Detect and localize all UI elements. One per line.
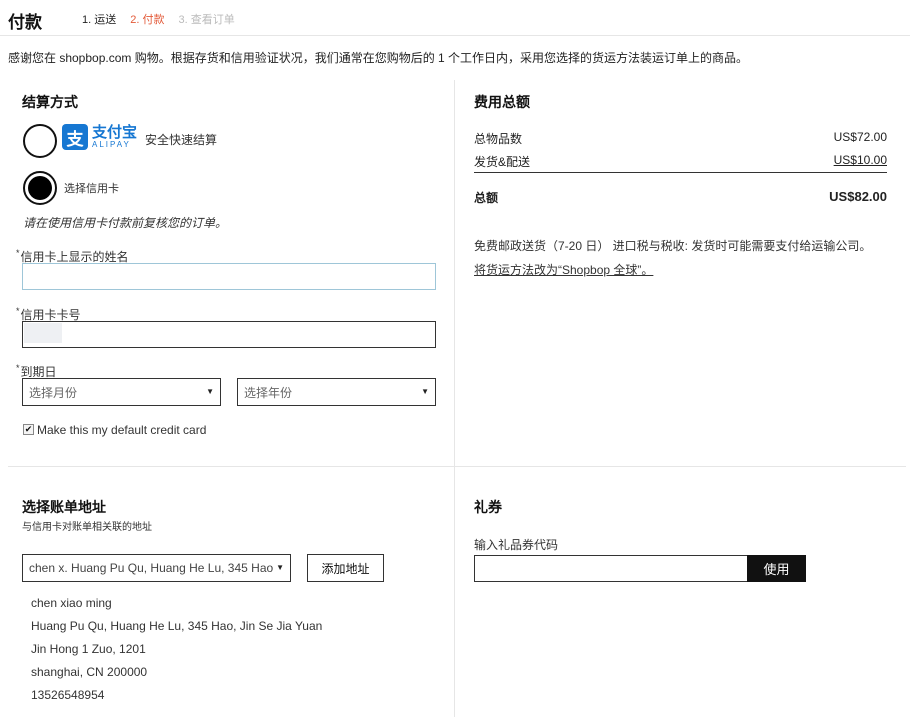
cardholder-name-input[interactable]	[22, 263, 436, 290]
address-line: Jin Hong 1 Zuo, 1201	[31, 642, 146, 656]
chevron-down-icon: ▼	[273, 563, 284, 572]
billing-address-select[interactable]: chen x. Huang Pu Qu, Huang He Lu, 345 Ha…	[22, 554, 291, 582]
alipay-icon: 支	[62, 124, 88, 150]
shipping-note: 免费邮政送货（7-20 日） 进口税与税收: 发货时可能需要支付给运输公司。	[474, 239, 872, 253]
page-header: 付款 1. 运送 2. 付款 3. 查看订单	[0, 0, 910, 36]
summary-shipping-row: 发货&配送 US$10.00	[474, 153, 887, 170]
shipping-value: US$10.00	[833, 153, 887, 167]
summary-items-row: 总物品数 US$72.00	[474, 130, 887, 147]
expiry-month-select[interactable]: 选择月份 ▼	[22, 378, 221, 406]
address-line: shanghai, CN 200000	[31, 665, 148, 679]
items-label: 总物品数	[474, 132, 523, 146]
billing-address-value: chen x. Huang Pu Qu, Huang He Lu, 345 Ha…	[29, 561, 274, 575]
items-value: US$72.00	[833, 130, 887, 144]
alipay-brand: 支付宝	[92, 124, 138, 141]
step-payment: 2. 付款	[130, 14, 165, 26]
billing-title: 选择账单地址	[22, 499, 106, 515]
payment-method-title: 结算方式	[22, 94, 78, 110]
chevron-down-icon: ▼	[421, 387, 429, 396]
default-card-checkbox[interactable]: ✔	[23, 424, 34, 435]
gift-code-label: 输入礼品券代码	[474, 538, 559, 552]
expiry-year-value: 选择年份	[244, 385, 293, 400]
address-line: 13526548954	[31, 688, 105, 702]
alipay-radio[interactable]	[23, 124, 57, 158]
alipay-brand-en: ALIPAY	[92, 140, 131, 149]
step-shipping[interactable]: 1. 运送	[82, 11, 116, 27]
address-line: chen xiao ming	[31, 596, 112, 610]
gift-code-input[interactable]	[474, 555, 748, 582]
expiry-year-select[interactable]: 选择年份 ▼	[237, 378, 436, 406]
expiry-month-value: 选择月份	[29, 385, 78, 400]
billing-subtitle: 与信用卡对账单相关联的地址	[22, 522, 152, 533]
review-note: 请在使用信用卡付款前复核您的订单。	[23, 216, 228, 230]
card-number-input[interactable]	[22, 321, 436, 348]
credit-card-radio[interactable]	[23, 171, 57, 205]
credit-card-option-label: 选择信用卡	[64, 183, 119, 195]
summary-divider	[474, 172, 887, 173]
total-label: 总额	[474, 191, 499, 205]
change-shipping-link[interactable]: 将货运方法改为“Shopbop 全球”。	[474, 261, 653, 278]
apply-gift-code-button[interactable]: 使用	[747, 555, 806, 582]
summary-title: 费用总额	[474, 94, 530, 110]
alipay-caption: 安全快速结算	[145, 133, 218, 147]
section-divider	[8, 466, 906, 467]
shipping-label: 发货&配送	[474, 155, 531, 169]
summary-total-row: 总额 US$82.00	[474, 189, 887, 206]
chevron-down-icon: ▼	[206, 387, 214, 396]
column-divider	[454, 80, 455, 717]
gift-card-title: 礼券	[474, 499, 502, 515]
checkout-steps: 1. 运送 2. 付款 3. 查看订单	[82, 11, 235, 27]
page-title: 付款	[8, 13, 42, 32]
address-line: Huang Pu Qu, Huang He Lu, 345 Hao, Jin S…	[31, 619, 323, 633]
total-value: US$82.00	[829, 189, 887, 204]
default-card-label: Make this my default credit card	[37, 423, 207, 437]
alipay-logo: 支 支付宝 ALIPAY	[62, 124, 137, 150]
add-address-button[interactable]: 添加地址	[307, 554, 384, 582]
step-review: 3. 查看订单	[178, 14, 235, 26]
card-number-mask	[24, 323, 62, 343]
purchase-notice: 感谢您在 shopbop.com 购物。根据存货和信用验证状况，我们通常在您购物…	[8, 51, 749, 65]
